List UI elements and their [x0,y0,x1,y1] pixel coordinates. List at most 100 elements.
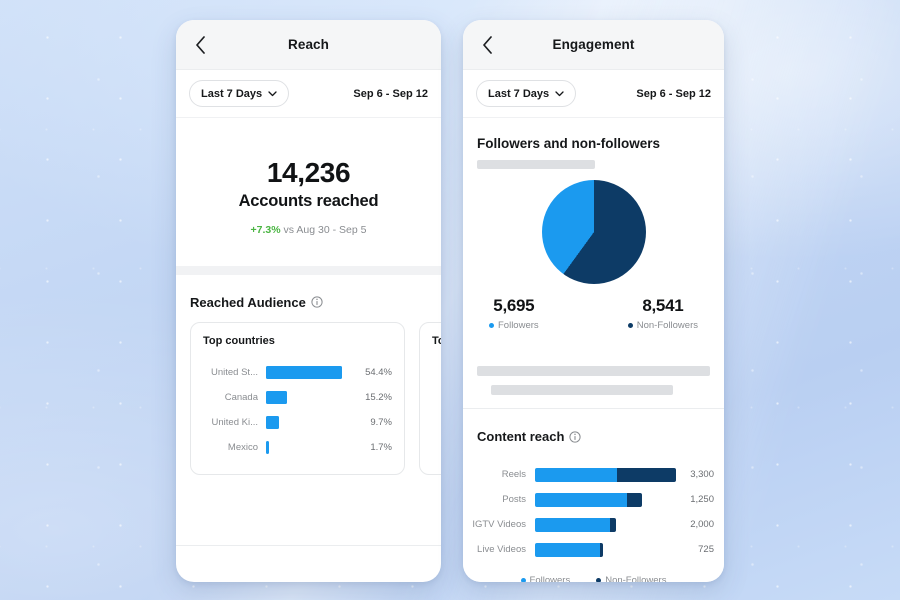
placeholder-group [463,331,724,408]
date-range-label: Sep 6 - Sep 12 [353,87,428,100]
country-label: Mexico [227,441,258,453]
stacked-bar-track [535,542,603,557]
content-type-label: Reels [501,469,526,480]
pie-chart-graphic [541,180,646,284]
engagement-nav-bar: Engagement [463,20,724,70]
chevron-left-icon[interactable] [188,33,212,57]
date-preset-label: Last 7 Days [201,87,263,100]
top-cities-title: Top cities [432,334,441,347]
content-placeholder-bar [491,385,673,395]
stacked-bar-track [535,517,616,532]
date-preset-label: Last 7 Days [488,87,550,100]
engagement-filter-row: Last 7 Days Sep 6 - Sep 12 [463,70,724,118]
reach-filter-row: Last 7 Days Sep 6 - Sep 12 [176,70,441,118]
table-row: United Ki... 9.7% [203,410,392,435]
city-label: W... [432,367,441,378]
content-reach-total: 1,250 [690,494,714,505]
bar-segment-non-followers [600,542,603,557]
delta-percent: +7.3% [250,223,281,236]
bar-fill [266,440,269,454]
date-preset-dropdown[interactable]: Last 7 Days [476,80,577,107]
content-reach-label: Content reach [477,429,565,444]
content-type-label: IGTV Videos [472,519,526,530]
bar-track [266,415,350,429]
table-row: Canada 15.2% [203,385,392,410]
page-title: Engagement [552,37,635,52]
content-type-label: Posts [502,494,526,505]
delta-comparison-period: vs Aug 30 - Sep 5 [283,223,367,236]
bar-segment-followers [535,467,617,482]
bar-fill [266,365,342,379]
followers-pie-chart [463,169,724,284]
divider [176,544,441,546]
accounts-reached-label: Accounts reached [238,191,379,210]
page-background [0,0,900,600]
top-countries-card: Top countries United St... 54.4% Canada … [190,321,405,475]
content-reach-total: 2,000 [690,519,714,530]
audience-card-carousel[interactable]: Top countries United St... 54.4% Canada … [176,321,441,475]
top-countries-title: Top countries [203,334,275,347]
list-item: W... [432,360,441,385]
engagement-screen-card: Engagement Last 7 Days Sep 6 - Sep 12 Fo… [463,20,724,582]
country-label: United St... [211,366,258,378]
legend-dot-non-followers [627,323,633,328]
followers-legend-key: Followers [489,320,539,331]
chevron-left-icon[interactable] [475,33,499,57]
country-label: United Ki... [211,416,258,428]
accounts-reached-summary: 14,236 Accounts reached +7.3% vs Aug 30 … [176,118,441,266]
pie-legend: 5,695 Followers 8,541 Non-Followers [463,284,724,331]
country-percent: 15.2% [365,391,392,403]
bar-segment-non-followers [610,517,616,532]
bar-segment-followers [535,492,628,507]
bar-segment-followers [535,517,611,532]
table-row: Mexico 1.7% [203,435,392,460]
table-row: United St... 54.4% [203,360,392,385]
accounts-reached-value: 14,236 [266,157,351,188]
bar-segment-followers [535,542,601,557]
followers-legend-label: Followers [498,320,539,331]
non-followers-legend-label: Non-Followers [636,320,698,331]
reach-screen-card: Reach Last 7 Days Sep 6 - Sep 12 14,236 … [176,20,441,582]
bar-fill [266,415,280,429]
engagement-content: Followers and non-followers 5,695 Follow… [463,118,724,582]
reach-nav-bar: Reach [176,20,441,70]
chevron-down-icon [268,90,277,97]
followers-legend-key: Followers [520,575,570,582]
date-preset-dropdown[interactable]: Last 7 Days [189,80,290,107]
chevron-down-icon [555,90,564,97]
country-percent: 1.7% [370,441,392,453]
bar-track [266,440,350,454]
legend-dot-non-followers [596,578,602,582]
table-row: Posts 1,250 [463,487,724,512]
table-row: Reels 3,300 [463,462,724,487]
legend-dot-followers [520,578,526,582]
content-reach-total: 3,300 [690,469,714,480]
non-followers-legend-key: Non-Followers [627,320,698,331]
non-followers-legend-label: Non-Followers [605,575,667,582]
content-placeholder-bar [477,366,710,376]
bar-track [266,390,350,404]
stacked-bar-track [535,492,643,507]
legend-entry-followers: 5,695 Followers [489,296,539,331]
bar-segment-non-followers [616,467,676,482]
section-separator-band [176,265,441,275]
content-reach-chart: Reels 3,300 Posts 1,250 IGTV Videos 2,00… [463,456,724,582]
table-row: IGTV Videos 2,000 [463,512,724,537]
content-placeholder-bar [477,160,595,169]
country-percent: 9.7% [370,416,392,428]
followers-count: 5,695 [493,296,535,315]
legend-dot-followers [489,323,494,328]
accounts-reached-delta: +7.3% vs Aug 30 - Sep 5 [176,224,441,236]
bar-segment-non-followers [627,492,643,507]
info-circle-icon[interactable] [569,430,582,443]
content-reach-total: 725 [698,544,714,555]
bar-fill [266,390,287,404]
country-percent: 54.4% [365,366,392,378]
reached-audience-heading: Reached Audience [176,275,441,322]
bar-track [266,365,350,379]
non-followers-count: 8,541 [642,296,684,315]
content-type-label: Live Videos [477,544,526,555]
info-circle-icon[interactable] [311,296,323,308]
legend-entry-non-followers: 8,541 Non-Followers [627,296,698,331]
reached-audience-label: Reached Audience [190,294,306,310]
